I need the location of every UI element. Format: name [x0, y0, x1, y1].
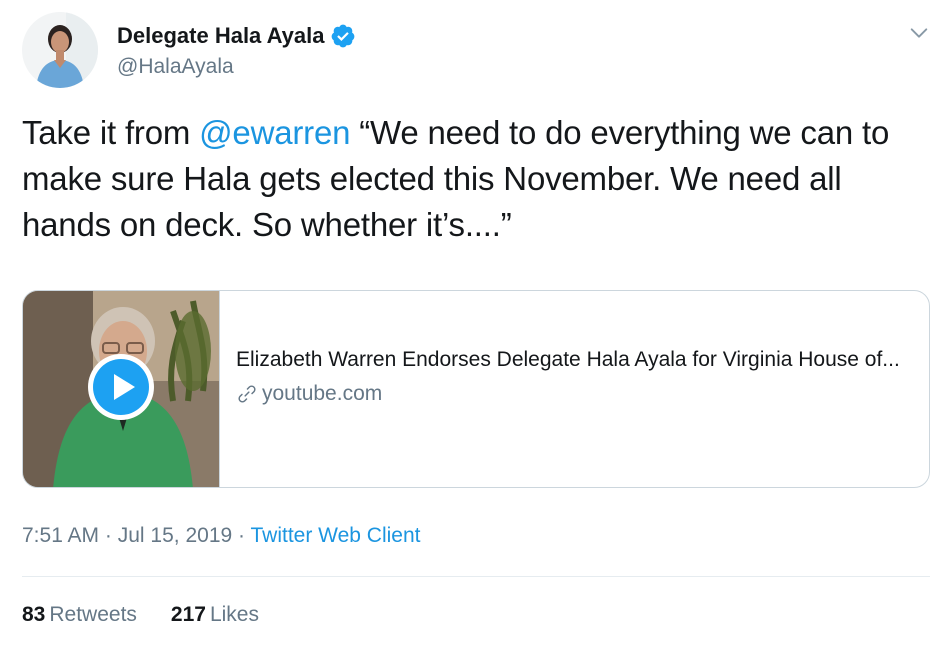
tweet-text-before: Take it from: [22, 114, 200, 151]
meta-separator: ·: [104, 524, 112, 547]
meta-separator: ·: [238, 524, 246, 547]
card-domain: youtube.com: [236, 380, 916, 408]
retweets-count: 83: [22, 603, 46, 626]
verified-badge-icon: [332, 24, 355, 48]
tweet: Delegate Hala Ayala @HalaAyala Take it f…: [0, 0, 950, 648]
card-thumbnail[interactable]: [23, 291, 220, 487]
tweet-date[interactable]: Jul 15, 2019: [118, 524, 232, 547]
mention-link[interactable]: @ewarren: [199, 114, 350, 151]
retweets-stat[interactable]: 83 Retweets: [22, 601, 137, 629]
card-title[interactable]: Elizabeth Warren Endorses Delegate Hala …: [236, 345, 916, 374]
link-card[interactable]: Elizabeth Warren Endorses Delegate Hala …: [22, 290, 930, 488]
display-name[interactable]: Delegate Hala Ayala: [117, 22, 324, 50]
divider: [22, 576, 930, 577]
card-domain-text: youtube.com: [262, 382, 383, 405]
play-icon[interactable]: [87, 353, 155, 421]
link-icon: [238, 385, 256, 403]
tweet-meta: 7:51 AM · Jul 15, 2019 · Twitter Web Cli…: [22, 522, 421, 550]
likes-stat[interactable]: 217 Likes: [171, 601, 259, 629]
tweet-source-link[interactable]: Twitter Web Client: [251, 524, 421, 547]
likes-count: 217: [170, 603, 206, 626]
card-body: Elizabeth Warren Endorses Delegate Hala …: [220, 291, 916, 487]
avatar[interactable]: [22, 12, 98, 88]
tweet-stats: 83 Retweets 217 Likes: [22, 601, 259, 629]
author-handle[interactable]: @HalaAyala: [117, 54, 234, 80]
author-name-row: Delegate Hala Ayala: [117, 22, 356, 50]
profile-photo-icon: [22, 12, 98, 88]
chevron-down-icon[interactable]: [908, 22, 930, 44]
retweets-label: Retweets: [49, 603, 137, 626]
likes-label: Likes: [209, 603, 259, 626]
tweet-time[interactable]: 7:51 AM: [22, 524, 99, 547]
tweet-text: Take it from @ewarren “We need to do eve…: [22, 110, 932, 248]
